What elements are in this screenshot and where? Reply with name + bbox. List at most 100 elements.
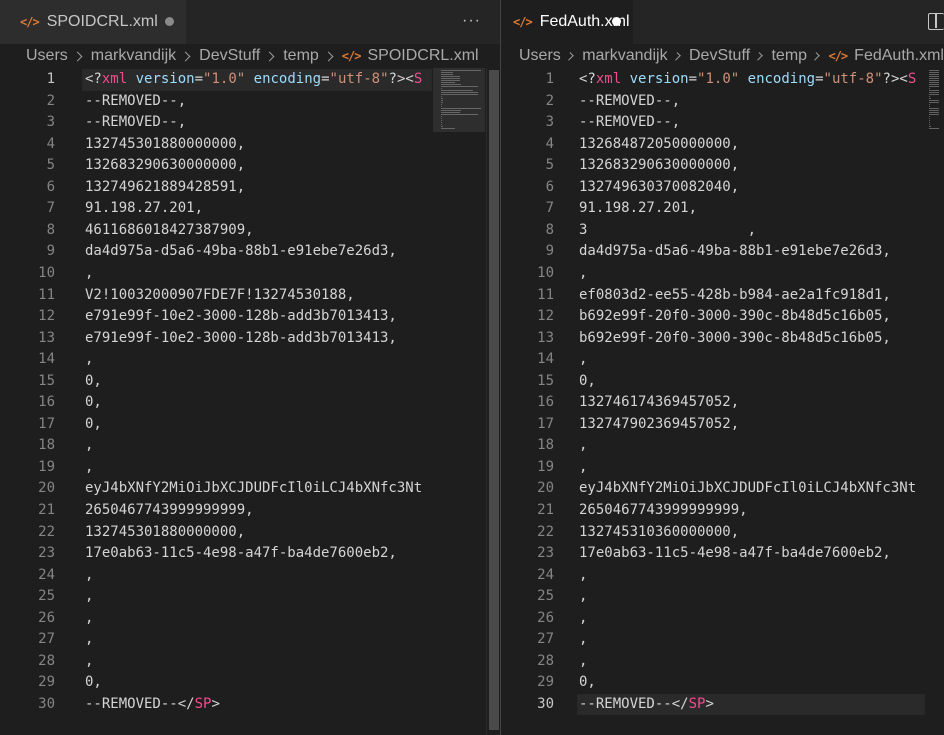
unsaved-dot-icon[interactable] <box>612 17 621 26</box>
line-number: 7 <box>545 200 554 217</box>
code-editor[interactable]: 1 <?xml version="1.0" encoding="utf-8"?><… <box>501 68 944 735</box>
line-text: 17e0ab63-11c5-4e98-a47f-ba4de7600eb2, <box>579 545 891 562</box>
code-line: 24, <box>501 565 925 587</box>
xml-token: <? <box>85 71 102 87</box>
code-line: 11 ef0803d2-ee55-428b-b984-ae2a1fc918d1, <box>501 285 925 307</box>
code-line: 22 132745310360000000, <box>501 522 925 544</box>
chevron-right-icon <box>565 51 574 61</box>
minimap-line <box>929 74 939 75</box>
line-text: 132683290630000000, <box>85 157 246 174</box>
line-number: 8 <box>545 221 554 238</box>
line-number: 23 <box>537 545 554 562</box>
code-line: 28, <box>0 651 432 673</box>
minimap-line <box>441 98 443 99</box>
line-text: , <box>579 566 588 583</box>
right-editor-pane: </> FedAuth.xml Users markvandijk DevStu… <box>501 0 944 735</box>
minimap-line <box>441 126 443 127</box>
code-line: 20 eyJ4bXNfY2MiOiJbXCJDUDFcIl0iLCJ4bXNfc3… <box>501 478 925 500</box>
breadcrumb-item-users[interactable]: Users <box>26 47 68 65</box>
line-number: 9 <box>545 243 554 260</box>
code-area[interactable]: 1 <?xml version="1.0" encoding="utf-8"?><… <box>0 68 432 735</box>
xml-token: ?>< <box>388 71 414 87</box>
code-editor[interactable]: 1 <?xml version="1.0" encoding="utf-8"?><… <box>0 68 500 735</box>
right-tab-bar: </> FedAuth.xml <box>501 0 944 44</box>
breadcrumb-item-users[interactable]: Users <box>519 47 561 65</box>
minimap-line <box>929 72 939 73</box>
minimap-line <box>441 112 460 113</box>
minimap-line <box>441 106 442 107</box>
xml-token: "utf-8" <box>329 71 389 87</box>
minimap-line <box>441 92 478 93</box>
minimap-line <box>929 102 939 103</box>
line-number: 10 <box>537 264 554 281</box>
line-number: 29 <box>537 674 554 691</box>
line-number: 20 <box>38 480 55 497</box>
line-text: 0, <box>579 674 596 691</box>
vertical-scrollbar[interactable] <box>486 68 500 735</box>
left-editor-pane: </> SPOIDCRL.xml ··· Users markvandijk D… <box>0 0 500 735</box>
line-number: 28 <box>38 652 55 669</box>
split-editor-icon[interactable] <box>928 13 944 30</box>
minimap-line <box>441 78 460 79</box>
line-number: 17 <box>537 415 554 432</box>
line-text: eyJ4bXNfY2MiOiJbXCJDUDFcIl0iLCJ4bXNfc3Nt <box>85 480 423 497</box>
code-line: 24, <box>0 565 432 587</box>
code-line: 15 0, <box>0 371 432 393</box>
chevron-right-icon <box>264 51 275 61</box>
minimap[interactable] <box>433 68 485 735</box>
line-text: 2650467743999999999, <box>85 502 254 518</box>
line-text: e791e99f-10e2-3000-128b-add3b7013413, <box>85 308 397 325</box>
scrollbar-thumb[interactable] <box>489 70 499 730</box>
minimap-line <box>441 120 442 121</box>
line-number: 17 <box>38 415 55 432</box>
tab-spoidcrl[interactable]: </> SPOIDCRL.xml <box>0 0 186 44</box>
minimap[interactable] <box>926 68 944 735</box>
breadcrumb: Users markvandijk DevStuff temp </> FedAu… <box>501 44 944 68</box>
line-text: , <box>579 609 588 626</box>
code-line: 27, <box>0 629 432 651</box>
line-number: 25 <box>537 588 554 605</box>
line-number: 4 <box>46 135 55 152</box>
breadcrumb-item-temp[interactable]: temp <box>771 47 807 65</box>
breadcrumb-item-user[interactable]: markvandijk <box>582 47 667 65</box>
line-text: 132747902369457052, <box>579 415 740 432</box>
breadcrumb-item-temp[interactable]: temp <box>283 47 319 65</box>
line-text: 132749630370082040, <box>579 178 740 195</box>
breadcrumb-item-devstuff[interactable]: DevStuff <box>689 47 750 65</box>
line-number: 24 <box>38 566 55 583</box>
line-text: da4d975a-d5a6-49ba-88b1-e91ebe7e26d3, <box>85 243 397 260</box>
minimap-line <box>441 70 481 71</box>
line-number: 21 <box>38 502 55 518</box>
line-text: , <box>85 631 94 648</box>
code-line: 22 132745301880000000, <box>0 522 432 544</box>
minimap-line <box>929 78 939 79</box>
breadcrumb-item-file[interactable]: SPOIDCRL.xml <box>367 47 478 65</box>
code-line: 29 0, <box>0 672 432 694</box>
code-line: 26, <box>501 608 925 630</box>
breadcrumb-item-devstuff[interactable]: DevStuff <box>199 47 260 65</box>
line-text: b692e99f-20f0-3000-390c-8b48d5c16b05, <box>579 329 891 346</box>
more-actions-icon[interactable]: ··· <box>462 12 481 30</box>
minimap-line <box>929 118 930 119</box>
xml-token: encoding <box>253 71 322 87</box>
line-number: 2 <box>46 92 55 109</box>
line-text: 132745301880000000, <box>85 523 246 540</box>
code-line: 14, <box>0 349 432 371</box>
modified-dot-icon[interactable] <box>165 17 174 26</box>
line-text: ef0803d2-ee55-428b-b984-ae2a1fc918d1, <box>579 286 891 303</box>
xml-token: "1.0" <box>697 71 740 87</box>
code-line: 15 0, <box>501 371 925 393</box>
tab-fedauth[interactable]: </> FedAuth.xml <box>501 0 633 44</box>
minimap-line <box>929 112 939 113</box>
code-line: 27, <box>501 629 925 651</box>
minimap-line <box>441 94 478 95</box>
code-line: 12 e791e99f-10e2-3000-128b-add3b7013413, <box>0 306 432 328</box>
line-text: , <box>85 437 94 454</box>
code-area[interactable]: 1 <?xml version="1.0" encoding="utf-8"?><… <box>501 68 925 735</box>
breadcrumb-item-file[interactable]: FedAuth.xml <box>854 47 944 65</box>
minimap-line <box>441 108 481 109</box>
breadcrumb-item-user[interactable]: markvandijk <box>91 47 176 65</box>
line-number: 18 <box>537 437 554 454</box>
code-line: 2 --REMOVED--, <box>501 91 925 113</box>
code-line: 5 132683290630000000, <box>0 155 432 177</box>
